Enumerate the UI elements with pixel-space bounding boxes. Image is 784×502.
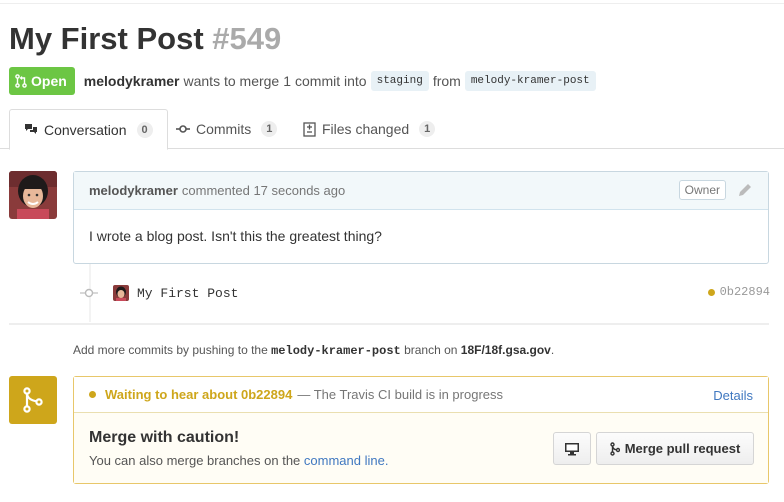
commit-word: commit into	[295, 73, 367, 89]
action-text: wants to merge	[183, 73, 280, 89]
tab-files-changed-count: 1	[419, 121, 436, 137]
avatar[interactable]	[9, 171, 57, 219]
tab-conversation-count: 0	[136, 121, 153, 138]
git-merge-icon	[9, 376, 57, 424]
pr-title: My First Post	[9, 21, 204, 56]
push-note-prefix: Add more commits by pushing to the	[73, 343, 268, 357]
merge-caution-text: You can also merge branches on the	[89, 453, 301, 468]
merge-caution-title: Merge with caution!	[89, 429, 240, 446]
command-line-link[interactable]: command line.	[304, 453, 389, 468]
push-note-middle: branch on	[404, 343, 458, 357]
open-in-desktop-button[interactable]	[553, 432, 591, 465]
push-note-branch: melody-kramer-post	[271, 344, 401, 358]
tab-conversation[interactable]: Conversation 0	[9, 109, 168, 150]
commit-sha: 0b22894	[719, 285, 770, 299]
comment-discussion-icon	[25, 123, 37, 134]
page-title: My First Post #549	[9, 20, 281, 58]
state-badge: Open	[9, 67, 75, 95]
ci-status-line: Waiting to hear about 0b22894 — The Trav…	[74, 377, 768, 413]
desktop-icon	[565, 442, 579, 455]
merge-box: Waiting to hear about 0b22894 — The Trav…	[73, 376, 769, 484]
git-pull-request-icon	[15, 74, 27, 88]
merge-caution-sub: You can also merge branches on the comma…	[89, 453, 388, 468]
merge-pull-request-button[interactable]: Merge pull request	[596, 432, 754, 465]
author-link[interactable]: melodykramer	[84, 73, 180, 89]
pr-number: #549	[212, 21, 282, 56]
tab-conversation-label: Conversation	[44, 121, 127, 138]
diff-icon	[303, 121, 316, 137]
commit-count: 1	[283, 73, 292, 89]
git-merge-icon	[610, 441, 620, 456]
from-word: from	[432, 73, 461, 89]
tab-files-changed[interactable]: Files changed 1	[303, 109, 436, 149]
merge-body: Merge with caution! You can also merge b…	[74, 413, 768, 483]
push-note-suffix: .	[550, 343, 555, 357]
state-label: Open	[31, 73, 67, 89]
head-branch[interactable]: melody-kramer-post	[464, 71, 596, 91]
git-commit-icon	[176, 125, 190, 133]
comment-box: melodykramer commented 17 seconds ago Ow…	[73, 171, 769, 264]
git-commit-icon	[80, 288, 98, 298]
ci-status-text: — The Travis CI build is in progress	[297, 387, 504, 402]
tab-commits[interactable]: Commits 1	[176, 109, 278, 149]
comment-verb: commented	[181, 183, 250, 198]
comment-header: melodykramer commented 17 seconds ago Ow…	[74, 172, 768, 210]
tab-commits-label: Commits	[196, 121, 252, 137]
pending-status-dot	[707, 288, 715, 296]
commit-row: My First Post 0b22894	[80, 281, 770, 305]
top-divider	[0, 3, 784, 4]
push-note-repo: 18F/18f.gsa.gov	[460, 343, 551, 357]
commit-author-avatar[interactable]	[113, 285, 129, 301]
pending-status-dot	[89, 391, 96, 398]
comment-author[interactable]: melodykramer	[89, 183, 178, 198]
commit-sha-link[interactable]: 0b22894	[707, 285, 770, 299]
tab-commits-count: 1	[261, 121, 278, 137]
timeline-divider	[9, 323, 769, 325]
push-note: Add more commits by pushing to the melod…	[73, 343, 554, 358]
pencil-icon[interactable]	[736, 181, 754, 199]
comment-timestamp[interactable]: 17 seconds ago	[253, 183, 345, 198]
merge-button-label: Merge pull request	[624, 441, 741, 456]
pr-meta: Open melodykramer wants to merge 1 commi…	[9, 67, 596, 95]
ci-status-pending: Waiting to hear about 0b22894	[105, 387, 293, 402]
comment-body: I wrote a blog post. Isn't this the grea…	[89, 228, 382, 244]
commit-message[interactable]: My First Post	[137, 286, 238, 301]
base-branch[interactable]: staging	[370, 71, 429, 91]
details-link[interactable]: Details	[713, 388, 753, 403]
pr-tabs: Conversation 0 Commits 1 Files changed 1	[0, 109, 784, 150]
tab-files-changed-label: Files changed	[322, 121, 410, 137]
owner-badge: Owner	[678, 180, 726, 200]
